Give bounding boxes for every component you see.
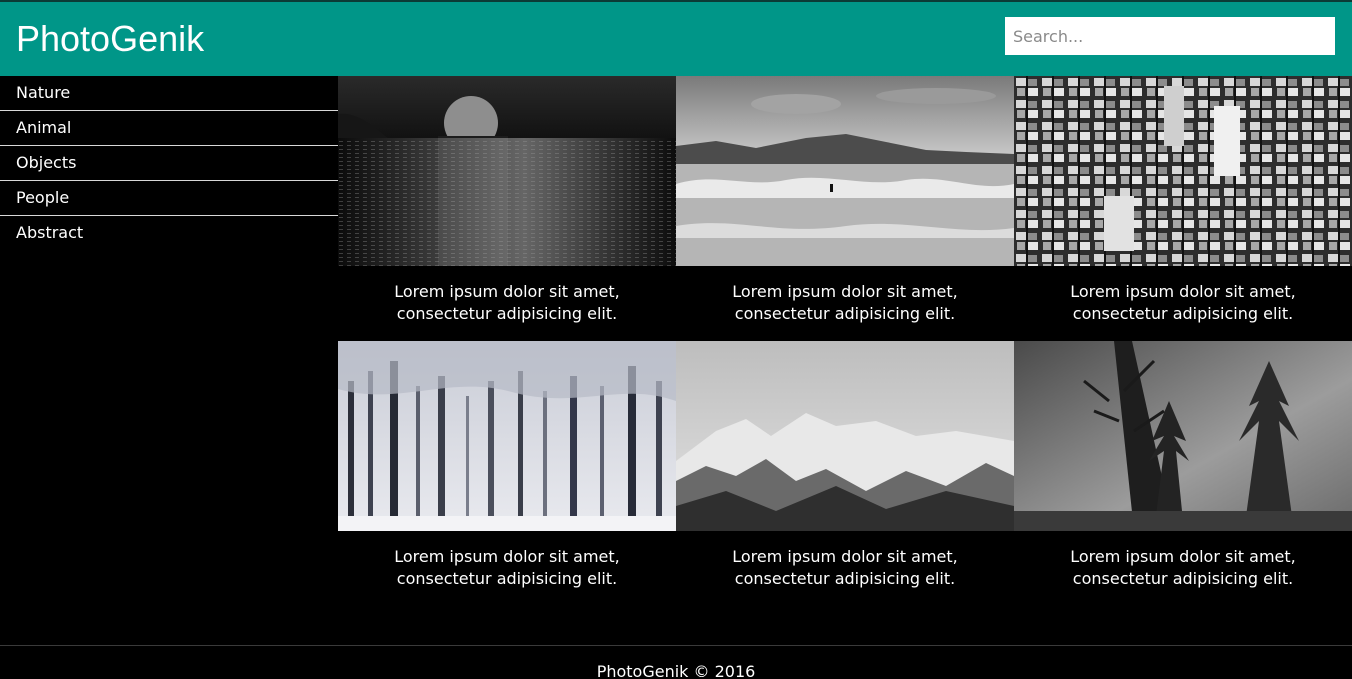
gallery-caption: Lorem ipsum dolor sit amet, consectetur …: [394, 282, 620, 323]
gallery-caption: Lorem ipsum dolor sit amet, consectetur …: [1070, 282, 1296, 323]
category-sidebar: Nature Animal Objects People Abstract: [0, 76, 338, 251]
site-footer: PhotoGenik © 2016: [596, 662, 756, 679]
gallery-caption: Lorem ipsum dolor sit amet, consectetur …: [1070, 547, 1296, 588]
gallery-photo-snowy-forest[interactable]: [338, 341, 676, 531]
gallery-card[interactable]: Lorem ipsum dolor sit amet, consectetur …: [338, 341, 676, 605]
site-logo[interactable]: PhotoGenik: [16, 19, 204, 59]
gallery-caption: Lorem ipsum dolor sit amet, consectetur …: [394, 547, 620, 588]
footer-divider: [0, 645, 1352, 646]
gallery-photo-moonrise[interactable]: [338, 76, 676, 266]
gallery-photo-city[interactable]: [1014, 76, 1352, 266]
gallery-photo-foggy-trees[interactable]: [1014, 341, 1352, 531]
gallery-photo-surfer[interactable]: [676, 76, 1014, 266]
sidebar-item-nature[interactable]: Nature: [0, 76, 338, 111]
sidebar-item-objects[interactable]: Objects: [0, 146, 338, 181]
gallery-card[interactable]: Lorem ipsum dolor sit amet, consectetur …: [1014, 76, 1352, 340]
gallery-card[interactable]: Lorem ipsum dolor sit amet, consectetur …: [676, 341, 1014, 605]
sidebar-item-abstract[interactable]: Abstract: [0, 216, 338, 251]
gallery-card[interactable]: Lorem ipsum dolor sit amet, consectetur …: [1014, 341, 1352, 605]
search-input[interactable]: [1005, 17, 1335, 55]
site-header: PhotoGenik: [0, 0, 1352, 76]
gallery-photo-mountains[interactable]: [676, 341, 1014, 531]
gallery-card[interactable]: Lorem ipsum dolor sit amet, consectetur …: [338, 76, 676, 340]
gallery-caption: Lorem ipsum dolor sit amet, consectetur …: [732, 547, 958, 588]
gallery-caption: Lorem ipsum dolor sit amet, consectetur …: [732, 282, 958, 323]
sidebar-item-animal[interactable]: Animal: [0, 111, 338, 146]
gallery-card[interactable]: Lorem ipsum dolor sit amet, consectetur …: [676, 76, 1014, 340]
sidebar-item-people[interactable]: People: [0, 181, 338, 216]
